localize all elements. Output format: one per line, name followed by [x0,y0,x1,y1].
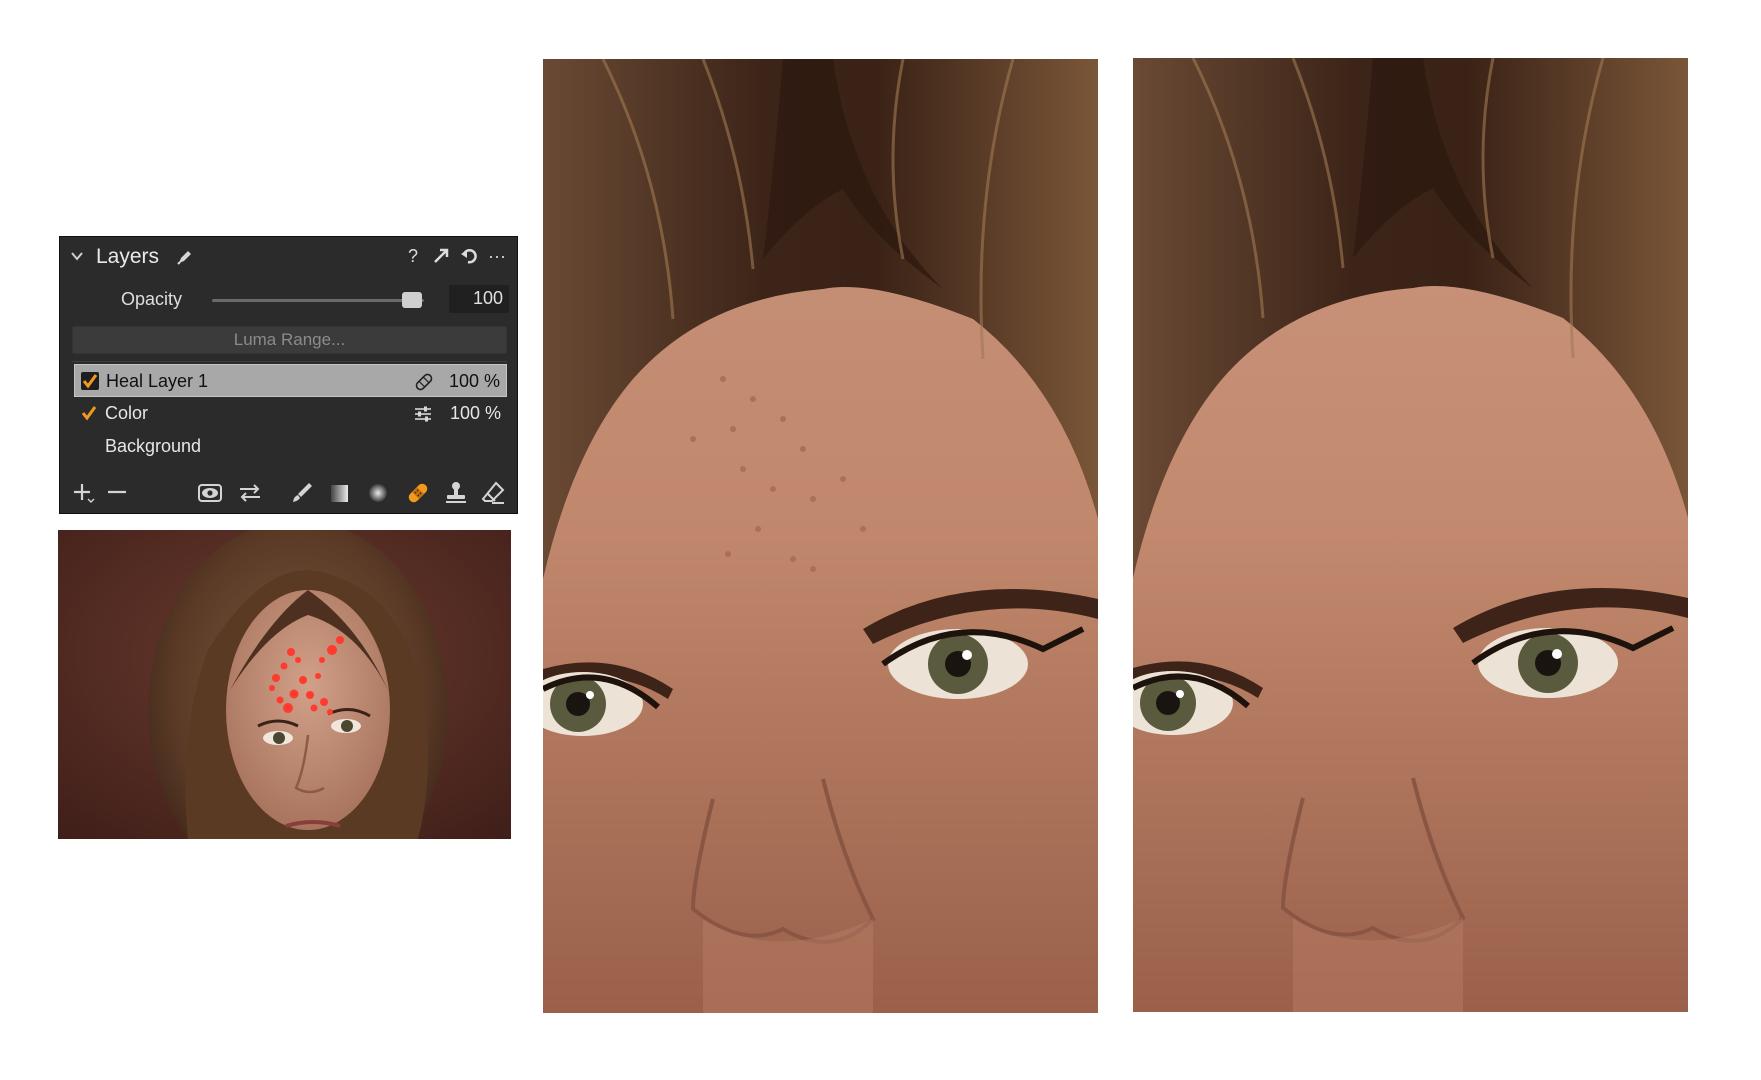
help-icon[interactable]: ? [403,246,423,266]
bandage-icon [415,373,433,391]
divider [72,361,507,362]
panel-header: Layers ? ··· [60,237,517,277]
layer-row-color[interactable]: Color 100 % [74,397,507,430]
opacity-slider-thumb[interactable] [402,292,422,308]
radial-gradient-icon[interactable] [365,480,391,506]
clone-stamp-icon[interactable] [443,480,469,506]
layer-name: Color [105,403,149,423]
chevron-down-icon[interactable] [70,249,84,263]
layers-toolbar [60,480,517,510]
linear-gradient-icon[interactable] [327,480,353,506]
luma-range-button[interactable]: Luma Range... [72,326,507,354]
remove-icon[interactable] [104,480,130,506]
layers-panel: Layers ? ··· Opacity 100 Luma Range... H… [59,236,518,514]
layer-row-heal-layer-1[interactable]: Heal Layer 1 100 % [74,364,507,397]
preview-thumbnail-image [58,530,511,839]
layer-checkbox[interactable] [81,372,99,390]
layer-name: Background [105,436,202,456]
after-crop-image [1133,58,1688,1012]
layer-name: Heal Layer 1 [106,371,209,391]
swap-icon[interactable] [237,480,263,506]
add-icon[interactable] [70,480,96,506]
layer-opacity: 100 % [448,371,500,391]
opacity-label: Opacity [121,289,183,309]
eye-icon[interactable] [197,480,223,506]
brush-icon[interactable] [289,480,315,506]
layer-row-background[interactable]: Background [74,430,507,463]
eraser-icon[interactable] [480,480,506,506]
reset-icon[interactable] [459,246,479,266]
expand-icon[interactable] [431,246,451,266]
layer-opacity: 100 % [449,403,501,423]
opacity-value-field[interactable]: 100 [449,285,509,313]
opacity-slider[interactable] [212,292,424,308]
pen-icon[interactable] [175,247,195,267]
more-icon[interactable]: ··· [487,246,507,266]
layer-checkbox[interactable] [80,404,98,422]
before-crop-image [543,59,1098,1013]
heal-icon[interactable] [405,480,431,506]
panel-title: Layers [96,245,160,268]
sliders-icon [415,406,431,422]
